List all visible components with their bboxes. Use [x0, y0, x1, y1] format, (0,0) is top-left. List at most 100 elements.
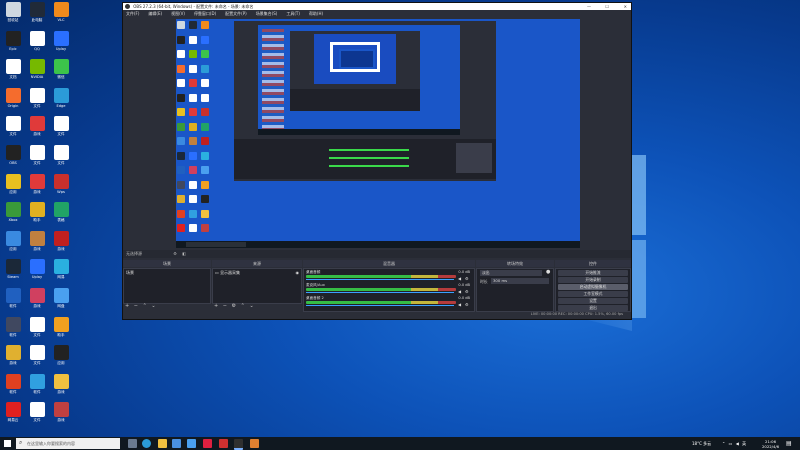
- nested-icon: [177, 21, 185, 29]
- desktop-icon-label: 游戏: [57, 246, 65, 251]
- desktop-icon-label: 网盘: [57, 304, 65, 308]
- gear-icon[interactable]: ⚙: [465, 302, 469, 307]
- speaker-icon[interactable]: ◀: [458, 302, 461, 307]
- preview-canvas[interactable]: [176, 19, 580, 248]
- transition-select[interactable]: 淡出: [480, 270, 542, 276]
- nested-icon: [189, 137, 197, 145]
- nested-icon: [189, 166, 197, 174]
- nested-taskbar: [258, 129, 460, 135]
- menu-item[interactable]: 编辑(E): [148, 11, 162, 16]
- control-button[interactable]: 设置: [558, 298, 628, 304]
- weather-widget[interactable]: 18°C 多云: [692, 441, 711, 447]
- gear-icon[interactable]: ⚙: [465, 289, 469, 294]
- app-icon: [53, 345, 69, 361]
- volume-slider[interactable]: [306, 305, 454, 306]
- gear-icon[interactable]: ⚙: [465, 276, 469, 281]
- obs-taskbar-icon[interactable]: [234, 439, 243, 450]
- obs-title-bar: OBS 27.2.3 (64-bit, Windows) - 配置文件: 未命名…: [123, 3, 631, 10]
- properties-icon[interactable]: ⚙: [173, 251, 177, 256]
- control-button[interactable]: 工作室模式: [558, 291, 628, 297]
- desktop-icon-label: NVIDIA: [30, 75, 44, 80]
- explorer-icon[interactable]: [158, 439, 167, 448]
- app-icon[interactable]: [250, 439, 259, 448]
- edge-icon[interactable]: [142, 439, 151, 448]
- control-button[interactable]: 开始录制: [558, 277, 628, 283]
- chevron-up-icon[interactable]: ⌃: [722, 441, 725, 446]
- clock[interactable]: 21:06 2022/4/6: [762, 439, 779, 449]
- tray-icons: ⌃ ▭ ◀ 英: [722, 441, 746, 447]
- source-list-item[interactable]: ▭ 显示器采集 ◉: [213, 269, 301, 277]
- taskbar-search-box[interactable]: ⌕ 在这里输入你要搜索的内容: [16, 438, 120, 449]
- desktop-icon-label: OBS: [9, 161, 17, 165]
- menu-item[interactable]: 停靠窗口(D): [194, 11, 216, 16]
- desktop-icon[interactable]: 网易云: [2, 402, 24, 436]
- game-icon[interactable]: [219, 439, 228, 448]
- app-icon[interactable]: [203, 439, 212, 448]
- mail-icon[interactable]: [187, 439, 196, 448]
- desktop-icon[interactable]: 游戏: [50, 402, 72, 436]
- menu-item[interactable]: 文件(F): [126, 11, 139, 16]
- scene-list-item[interactable]: 场景: [124, 269, 210, 277]
- control-button[interactable]: 启动虚拟摄像机: [558, 284, 628, 290]
- add-transition-icon[interactable]: ●: [546, 269, 550, 275]
- menu-item[interactable]: 帮助(H): [309, 11, 323, 16]
- desktop-icon-label: 文件: [33, 418, 41, 423]
- volume-slider[interactable]: [306, 292, 454, 293]
- menu-bar: 文件(F) 编辑(E) 视图(V) 停靠窗口(D) 配置文件(P) 场景集合(S) 工具(T…: [123, 10, 631, 17]
- move-down-icon[interactable]: ⌄: [249, 303, 253, 309]
- menu-item[interactable]: 配置文件(P): [225, 11, 247, 16]
- app-icon: [53, 87, 69, 103]
- app-icon: [53, 2, 69, 17]
- menu-item[interactable]: 场景集合(S): [256, 11, 278, 16]
- menu-item[interactable]: 视图(V): [171, 11, 185, 16]
- volume-meter: [306, 301, 456, 304]
- app-icon: [29, 259, 45, 275]
- source-settings-icon[interactable]: ⚙: [232, 303, 236, 309]
- app-icon: [29, 30, 45, 46]
- start-button[interactable]: [4, 440, 11, 447]
- duration-input[interactable]: 300 ms: [491, 278, 549, 284]
- nested-icon: [177, 224, 185, 232]
- move-up-icon[interactable]: ⌃: [241, 303, 245, 309]
- network-icon[interactable]: ▭: [729, 441, 733, 446]
- nested-obs-window-inner: [290, 31, 420, 111]
- eye-icon[interactable]: ◉: [296, 270, 300, 275]
- notification-icon[interactable]: ▤: [786, 440, 792, 447]
- menu-item[interactable]: 工具(T): [286, 11, 300, 16]
- sources-dock-title: 来源: [212, 260, 302, 267]
- speaker-icon[interactable]: ◀: [458, 289, 461, 294]
- speaker-icon[interactable]: ◀: [458, 276, 461, 281]
- store-icon[interactable]: [172, 439, 181, 448]
- app-icon: [53, 316, 69, 332]
- close-button[interactable]: ✕: [624, 3, 627, 10]
- nested-icon: [177, 166, 185, 174]
- nested-icon: [201, 209, 209, 218]
- app-icon: [29, 316, 45, 332]
- desktop-icon-label: Edge: [56, 103, 66, 108]
- search-icon: ⌕: [19, 439, 23, 446]
- remove-scene-icon[interactable]: −: [134, 303, 138, 309]
- mixer-track-db: 0.0 dB: [458, 283, 470, 287]
- volume-meter: [306, 275, 456, 278]
- add-source-icon[interactable]: +: [214, 303, 218, 309]
- volume-icon[interactable]: ◀: [736, 441, 739, 446]
- nested-icon: [189, 64, 197, 73]
- nested-icon: [189, 21, 197, 29]
- volume-slider[interactable]: [306, 279, 454, 280]
- desktop-icon[interactable]: 文件: [26, 402, 48, 436]
- add-scene-icon[interactable]: +: [125, 303, 129, 309]
- desktop-icon-label: 文件: [57, 132, 65, 137]
- minimize-button[interactable]: —: [587, 3, 591, 10]
- move-up-icon[interactable]: ⌃: [143, 303, 147, 309]
- sources-toolbar: + − ⚙ ⌃ ⌄: [212, 303, 302, 310]
- transitions-panel: 淡出 ● 时长 300 ms: [476, 268, 554, 312]
- move-down-icon[interactable]: ⌄: [151, 303, 155, 309]
- app-icon: [53, 402, 69, 418]
- control-button[interactable]: 开始推流: [558, 270, 628, 276]
- remove-source-icon[interactable]: −: [223, 303, 227, 309]
- filters-icon[interactable]: ◧: [182, 251, 186, 256]
- desktop-icon-label: 文件: [33, 103, 41, 108]
- task-view-icon[interactable]: [128, 439, 137, 448]
- ime-indicator[interactable]: 英: [742, 441, 746, 446]
- maximize-button[interactable]: ☐: [605, 3, 609, 10]
